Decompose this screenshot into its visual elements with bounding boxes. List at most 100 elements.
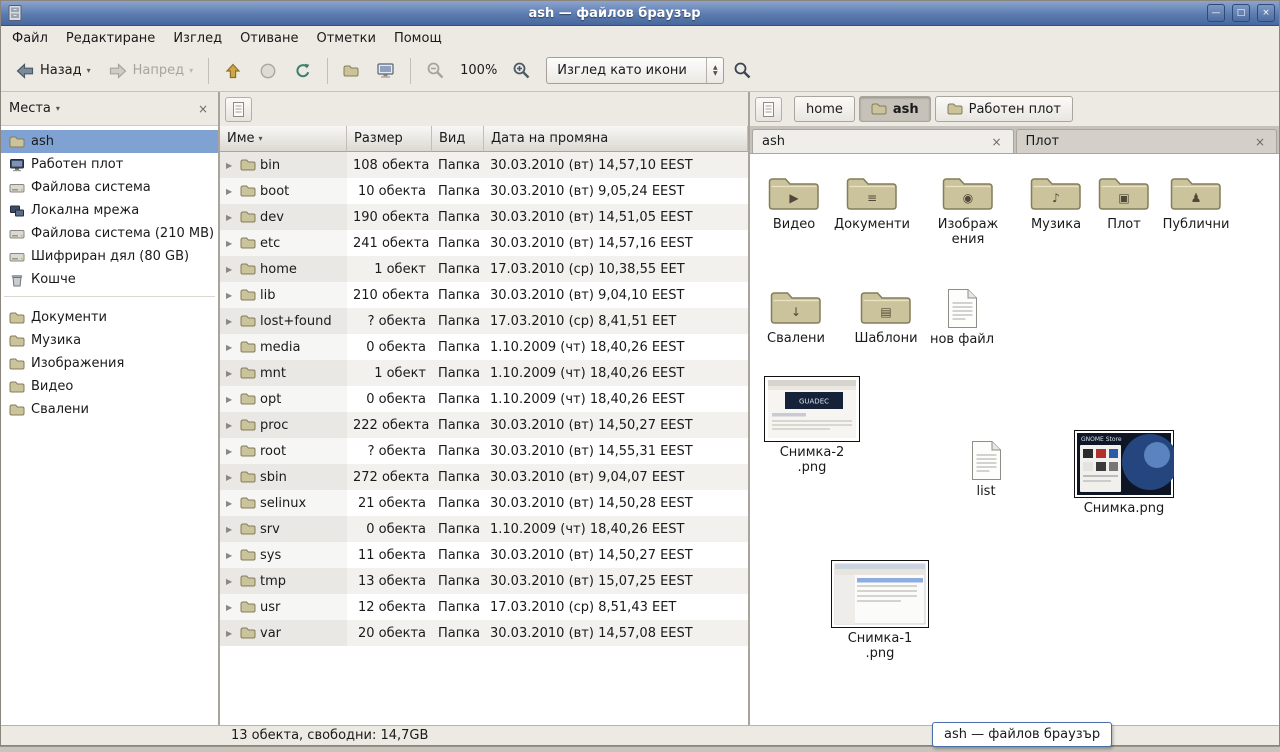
- icon-item[interactable]: ♟ Публични: [1152, 174, 1240, 233]
- table-row[interactable]: ▶ lost+found ? обекта Папка 17.03.2010 (…: [220, 308, 748, 334]
- table-row[interactable]: ▶ var 20 обекта Папка 30.03.2010 (вт) 14…: [220, 620, 748, 646]
- expander-icon[interactable]: ▶: [226, 213, 236, 222]
- column-header[interactable]: Вид ▾: [432, 126, 484, 152]
- table-row[interactable]: ▶ sys 11 обекта Папка 30.03.2010 (вт) 14…: [220, 542, 748, 568]
- location-toggle-button[interactable]: [225, 97, 252, 122]
- breadcrumb-button[interactable]: home: [794, 96, 855, 122]
- sidebar-item[interactable]: ash: [1, 130, 218, 153]
- expander-icon[interactable]: ▶: [226, 447, 236, 456]
- expander-icon[interactable]: ▶: [226, 239, 236, 248]
- tab-close-icon[interactable]: ×: [1253, 136, 1267, 148]
- table-row[interactable]: ▶ root ? обекта Папка 30.03.2010 (вт) 14…: [220, 438, 748, 464]
- menu-item[interactable]: Отиване: [231, 26, 307, 50]
- expander-icon[interactable]: ▶: [226, 421, 236, 430]
- sidebar-item[interactable]: Шифриран дял (80 GB): [1, 245, 218, 268]
- table-row[interactable]: ▶ tmp 13 обекта Папка 30.03.2010 (вт) 15…: [220, 568, 748, 594]
- spinner-arrows-icon[interactable]: ▲▼: [706, 58, 723, 83]
- table-row[interactable]: ▶ boot 10 обекта Папка 30.03.2010 (вт) 9…: [220, 178, 748, 204]
- icon-item[interactable]: ↓ Свалени: [752, 288, 840, 347]
- sidebar-item[interactable]: Свалени: [1, 398, 218, 421]
- window-titlebar[interactable]: ash — файлов браузър — □ ×: [1, 1, 1279, 26]
- tab[interactable]: ash ×: [752, 129, 1014, 153]
- expander-icon[interactable]: ▶: [226, 577, 236, 586]
- expander-icon[interactable]: ▶: [226, 525, 236, 534]
- table-row[interactable]: ▶ dev 190 обекта Папка 30.03.2010 (вт) 1…: [220, 204, 748, 230]
- sidebar-item[interactable]: Изображения: [1, 352, 218, 375]
- combo-arrow-icon[interactable]: ▾: [56, 104, 60, 113]
- sidebar-item[interactable]: Работен плот: [1, 153, 218, 176]
- menu-item[interactable]: Файл: [3, 26, 57, 50]
- location-toggle-button[interactable]: [755, 97, 782, 122]
- menu-item[interactable]: Редактиране: [57, 26, 164, 50]
- close-button[interactable]: ×: [1257, 4, 1275, 22]
- search-button[interactable]: [725, 55, 760, 86]
- expander-icon[interactable]: ▶: [226, 291, 236, 300]
- home-button[interactable]: [335, 58, 367, 84]
- expander-icon[interactable]: ▶: [226, 317, 236, 326]
- icon-item[interactable]: нов файл: [918, 288, 1006, 348]
- zoom-in-button[interactable]: [504, 55, 539, 86]
- up-button[interactable]: [216, 56, 250, 86]
- expander-icon[interactable]: ▶: [226, 551, 236, 560]
- menu-item[interactable]: Изглед: [164, 26, 231, 50]
- sidebar-item[interactable]: Музика: [1, 329, 218, 352]
- icon-item[interactable]: list: [942, 440, 1030, 500]
- reload-button[interactable]: [286, 56, 320, 86]
- view-mode-select[interactable]: Изглед като икони ▲▼: [546, 57, 724, 84]
- sidebar-item[interactable]: Документи: [1, 306, 218, 329]
- expander-icon[interactable]: ▶: [226, 499, 236, 508]
- sidebar-close-button[interactable]: ×: [196, 103, 210, 115]
- icon-canvas[interactable]: ▶ Видео ≡ Документи ◉ Изображения: [750, 154, 1279, 725]
- table-row[interactable]: ▶ home 1 обект Папка 17.03.2010 (ср) 10,…: [220, 256, 748, 282]
- minimize-button[interactable]: —: [1207, 4, 1225, 22]
- tab-close-icon[interactable]: ×: [989, 136, 1003, 148]
- zoom-out-button[interactable]: [418, 55, 453, 86]
- icon-item[interactable]: ≡ Документи: [828, 174, 916, 233]
- icon-item[interactable]: Снимка-1.png: [836, 560, 924, 662]
- icon-item[interactable]: ▶ Видео: [750, 174, 838, 233]
- table-row[interactable]: ▶ sbin 272 обекта Папка 30.03.2010 (вт) …: [220, 464, 748, 490]
- icon-item[interactable]: ◉ Изображения: [924, 174, 1012, 248]
- breadcrumb-button[interactable]: Работен плот: [935, 96, 1073, 122]
- expander-icon[interactable]: ▶: [226, 473, 236, 482]
- expander-icon[interactable]: ▶: [226, 629, 236, 638]
- table-row[interactable]: ▶ mnt 1 обект Папка 1.10.2009 (чт) 18,40…: [220, 360, 748, 386]
- sidebar-item[interactable]: Файлова система: [1, 176, 218, 199]
- table-row[interactable]: ▶ bin 108 обекта Папка 30.03.2010 (вт) 1…: [220, 152, 748, 178]
- table-row[interactable]: ▶ etc 241 обекта Папка 30.03.2010 (вт) 1…: [220, 230, 748, 256]
- table-row[interactable]: ▶ lib 210 обекта Папка 30.03.2010 (вт) 9…: [220, 282, 748, 308]
- column-header[interactable]: Дата на промяна ▾: [484, 126, 748, 152]
- expander-icon[interactable]: ▶: [226, 187, 236, 196]
- maximize-button[interactable]: □: [1232, 4, 1250, 22]
- places-combo[interactable]: Места: [9, 101, 51, 116]
- table-row[interactable]: ▶ srv 0 обекта Папка 1.10.2009 (чт) 18,4…: [220, 516, 748, 542]
- sidebar-item[interactable]: Локална мрежа: [1, 199, 218, 222]
- expander-icon[interactable]: ▶: [226, 265, 236, 274]
- icon-item[interactable]: GNOME Store Снимка.png: [1080, 430, 1168, 517]
- back-button[interactable]: Назад ▾: [7, 56, 99, 86]
- tab[interactable]: Плот ×: [1016, 129, 1278, 153]
- table-row[interactable]: ▶ media 0 обекта Папка 1.10.2009 (чт) 18…: [220, 334, 748, 360]
- forward-button[interactable]: Напред ▾: [100, 56, 202, 86]
- icon-item[interactable]: ▤ Шаблони: [842, 288, 930, 347]
- table-row[interactable]: ▶ opt 0 обекта Папка 1.10.2009 (чт) 18,4…: [220, 386, 748, 412]
- table-row[interactable]: ▶ usr 12 обекта Папка 17.03.2010 (ср) 8,…: [220, 594, 748, 620]
- expander-icon[interactable]: ▶: [226, 343, 236, 352]
- table-row[interactable]: ▶ proc 222 обекта Папка 30.03.2010 (вт) …: [220, 412, 748, 438]
- sidebar-item[interactable]: Кошче: [1, 268, 218, 291]
- sidebar-item[interactable]: Файлова система (210 MB): [1, 222, 218, 245]
- menu-item[interactable]: Помощ: [385, 26, 451, 50]
- table-row[interactable]: ▶ selinux 21 обекта Папка 30.03.2010 (вт…: [220, 490, 748, 516]
- expander-icon[interactable]: ▶: [226, 161, 236, 170]
- column-header[interactable]: Име ▾: [220, 126, 347, 152]
- expander-icon[interactable]: ▶: [226, 603, 236, 612]
- expander-icon[interactable]: ▶: [226, 369, 236, 378]
- icon-item[interactable]: GUADEC Снимка-2.png: [768, 376, 856, 476]
- expander-icon[interactable]: ▶: [226, 395, 236, 404]
- chevron-down-icon[interactable]: ▾: [87, 66, 91, 75]
- computer-button[interactable]: [368, 56, 403, 85]
- breadcrumb-button[interactable]: ash: [859, 96, 931, 122]
- stop-button[interactable]: [251, 56, 285, 86]
- column-header[interactable]: Размер ▾: [347, 126, 432, 152]
- sidebar-item[interactable]: Видео: [1, 375, 218, 398]
